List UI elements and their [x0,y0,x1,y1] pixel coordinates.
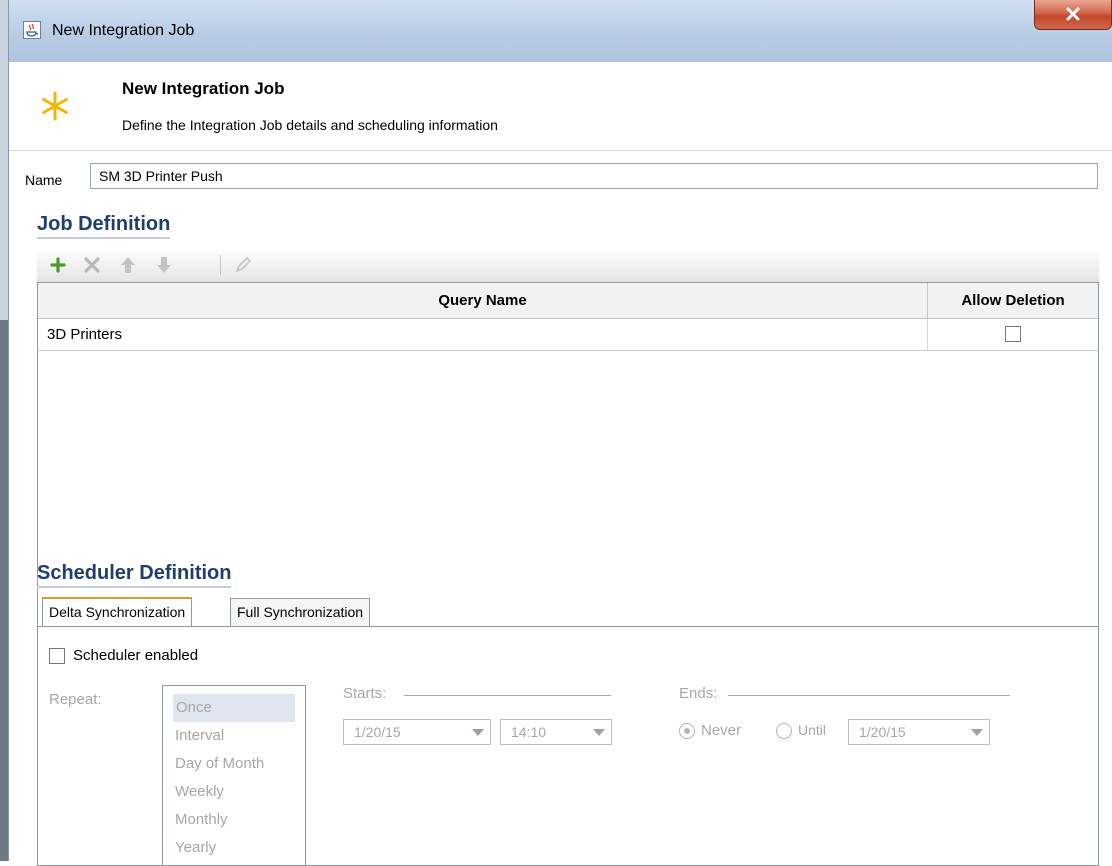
scheduler-enabled-checkbox[interactable] [49,648,65,664]
start-time-combo[interactable]: 14:10 [500,719,612,745]
job-definition-toolbar [37,248,1099,282]
tab-delta-synchronization[interactable]: Delta Synchronization [42,597,193,627]
dialog-header: New Integration Job Define the Integrati… [9,62,1112,151]
dialog-window: New Integration Job New Integration Job … [8,0,1112,866]
chevron-down-icon [593,729,605,736]
java-app-icon [23,21,41,39]
table-row[interactable]: 3D Printers [38,319,1098,351]
query-name-cell[interactable]: 3D Printers [38,319,928,350]
name-label: Name [25,172,63,188]
repeat-option-yearly[interactable]: Yearly [163,834,305,862]
header-subtitle: Define the Integration Job details and s… [122,117,498,133]
allow-deletion-cell [928,319,1098,350]
start-date-combo[interactable]: 1/20/15 [343,719,491,745]
asterisk-new-icon [42,91,68,121]
repeat-option-weekly[interactable]: Weekly [163,778,305,806]
background-window-edge [0,0,8,320]
scheduler-enabled-label: Scheduler enabled [73,647,199,664]
edit-icon[interactable] [232,254,254,276]
repeat-label: Repeat: [49,691,102,708]
start-date-value: 1/20/15 [354,724,401,740]
close-icon [1066,7,1080,21]
repeat-option-day-of-month[interactable]: Day of Month [163,750,305,778]
name-input[interactable] [90,163,1098,189]
table-header: Query Name Allow Deletion [38,283,1098,319]
ends-label: Ends: [679,685,718,702]
background-window-edge-dark [0,320,8,861]
delta-synchronization-panel: Scheduler enabled Repeat: Once Interval … [37,626,1099,866]
until-label: Until [798,722,827,738]
move-up-icon[interactable] [117,254,139,276]
scheduler-definition-title: Scheduler Definition [37,562,232,588]
chevron-down-icon [472,729,484,736]
toolbar-separator [220,255,221,275]
title-bar: New Integration Job [9,0,1112,62]
start-time-value: 14:10 [511,724,547,740]
window-title: New Integration Job [52,22,195,39]
close-button[interactable] [1034,0,1112,30]
repeat-option-once[interactable]: Once [173,694,295,722]
repeat-list: Once Interval Day of Month Weekly Monthl… [162,685,306,865]
chevron-down-icon [971,729,983,736]
column-header-allow-deletion[interactable]: Allow Deletion [928,283,1098,318]
job-definition-title: Job Definition [37,213,171,239]
tab-full-synchronization[interactable]: Full Synchronization [230,598,371,626]
until-radio[interactable] [776,723,792,739]
delete-icon[interactable] [81,254,103,276]
never-label: Never [701,722,742,739]
header-title: New Integration Job [122,79,285,98]
column-header-query-name[interactable]: Query Name [38,283,928,318]
repeat-option-monthly[interactable]: Monthly [163,806,305,834]
end-date-value: 1/20/15 [859,724,906,740]
dialog-content: Name Job Definition Query Name [9,151,1112,866]
ends-group-line [728,695,1010,696]
never-radio[interactable] [679,723,695,739]
move-down-icon[interactable] [153,254,175,276]
starts-label: Starts: [343,685,387,702]
end-date-combo[interactable]: 1/20/15 [848,719,990,745]
add-icon[interactable] [47,254,69,276]
starts-group-line [404,695,611,696]
repeat-option-interval[interactable]: Interval [163,722,305,750]
allow-deletion-checkbox[interactable] [1005,326,1021,342]
